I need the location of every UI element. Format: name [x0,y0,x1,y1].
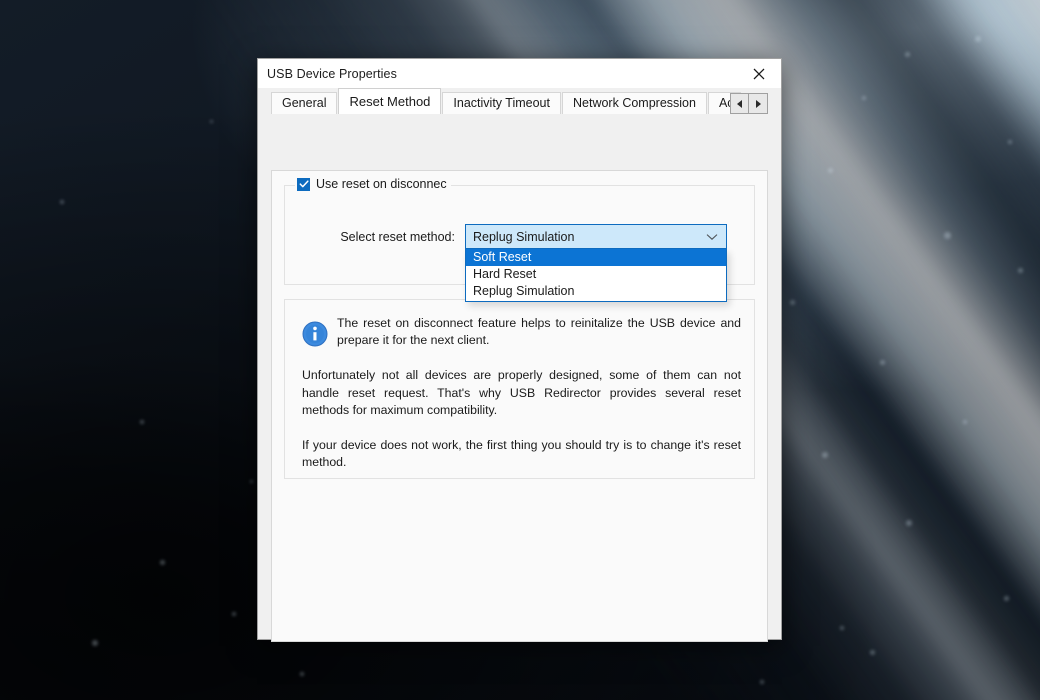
use-reset-on-disconnect-checkbox[interactable]: Use reset on disconnec [295,177,451,191]
triangle-right-icon [756,100,761,108]
dropdown-option-label: Hard Reset [473,267,536,281]
close-button[interactable] [736,59,781,88]
checkbox-checked-icon [297,178,310,191]
tab-general[interactable]: General [271,92,337,114]
tab-label: Network Compression [573,96,696,110]
title-bar: USB Device Properties [258,59,781,88]
select-reset-method-label: Select reset method: [285,230,465,244]
tab-label: General [282,96,326,110]
tab-scroll-right-button[interactable] [749,93,768,114]
tab-network-compression[interactable]: Network Compression [562,92,707,114]
window-title: USB Device Properties [258,67,397,81]
tab-scroll-left-button[interactable] [730,93,749,114]
reset-method-field-row: Select reset method: Replug Simulation [285,224,754,249]
usb-device-properties-dialog: USB Device Properties General Reset Meth… [257,58,782,640]
info-text-body: The reset on disconnect feature helps to… [302,315,741,471]
reset-method-combobox[interactable]: Replug Simulation [465,224,727,249]
dropdown-option-hard-reset[interactable]: Hard Reset [466,266,726,283]
reset-method-combobox-wrapper: Replug Simulation Soft Reset [465,224,727,249]
dropdown-option-label: Soft Reset [473,250,531,264]
desktop-wallpaper: USB Device Properties General Reset Meth… [0,0,1040,700]
reset-method-dropdown-list[interactable]: Soft Reset Hard Reset Replug Simulation [465,249,727,302]
triangle-left-icon [737,100,742,108]
tab-strip: General Reset Method Inactivity Timeout … [271,88,741,114]
dropdown-option-replug-simulation[interactable]: Replug Simulation [466,283,726,300]
checkbox-label: Use reset on disconnec [316,177,447,191]
tab-bar: General Reset Method Inactivity Timeout … [271,88,768,114]
tab-label: Reset Method [349,94,430,109]
tab-scroll-controls [730,93,768,114]
combobox-value: Replug Simulation [473,230,706,244]
info-paragraph-3: If your device does not work, the first … [302,437,741,471]
dropdown-option-soft-reset[interactable]: Soft Reset [466,249,726,266]
dropdown-option-label: Replug Simulation [473,284,574,298]
tab-reset-method[interactable]: Reset Method [338,88,441,114]
chevron-down-icon [706,233,718,241]
reset-on-disconnect-group: Use reset on disconnec Select reset meth… [284,185,755,285]
tab-page-reset-method: Use reset on disconnec Select reset meth… [271,170,768,642]
info-paragraph-1: The reset on disconnect feature helps to… [302,315,741,349]
close-icon [753,68,765,80]
tab-inactivity-timeout[interactable]: Inactivity Timeout [442,92,561,114]
tab-label: Inactivity Timeout [453,96,550,110]
info-paragraph-2: Unfortunately not all devices are proper… [302,367,741,419]
reset-method-info-group: The reset on disconnect feature helps to… [284,299,755,479]
